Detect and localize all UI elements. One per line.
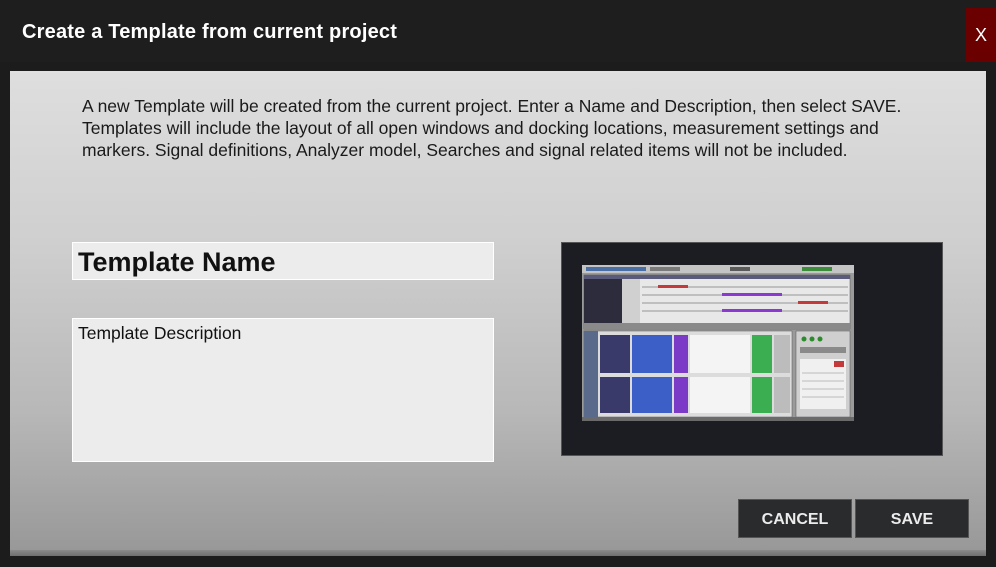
preview-screenshot-image [582, 265, 854, 421]
title-bar: Create a Template from current project X [0, 0, 996, 62]
template-name-input[interactable] [72, 242, 494, 280]
template-dialog: Create a Template from current project X… [0, 0, 996, 567]
save-button[interactable]: SAVE [855, 499, 969, 538]
dialog-body: A new Template will be created from the … [10, 71, 986, 556]
template-description-input[interactable]: Template Description [72, 318, 494, 462]
close-button[interactable]: X [966, 8, 996, 62]
intro-text: A new Template will be created from the … [82, 96, 902, 160]
dialog-title: Create a Template from current project [22, 21, 398, 43]
cancel-button[interactable]: CANCEL [738, 499, 852, 538]
template-preview-thumbnail [561, 242, 943, 456]
